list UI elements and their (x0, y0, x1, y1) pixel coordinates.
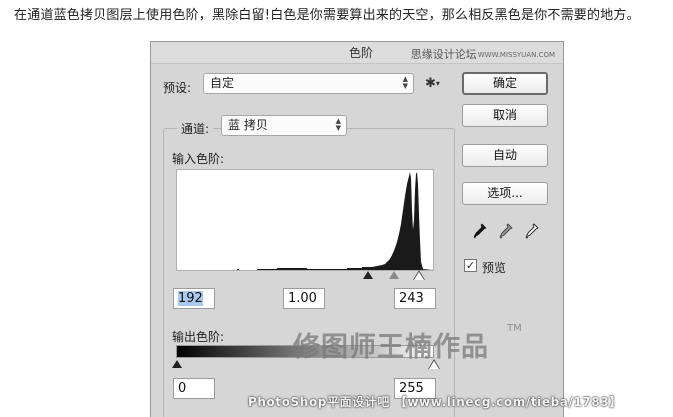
input-white-field[interactable]: 243 (394, 288, 436, 309)
dialog-title-text: 色阶 (348, 46, 373, 60)
input-gamma-slider[interactable] (389, 271, 399, 279)
input-white-slider[interactable] (414, 272, 424, 280)
ok-button-label: 确定 (492, 76, 517, 90)
output-black-field[interactable]: 0 (173, 378, 215, 399)
auto-button[interactable]: 自动 (462, 144, 548, 167)
input-gamma-field[interactable]: 1.00 (283, 288, 325, 309)
watermark-top-text: 思缘设计论坛 (410, 48, 477, 61)
output-black-value: 0 (178, 381, 187, 396)
ok-button[interactable]: 确定 (462, 72, 548, 95)
channel-value: 蓝 拷贝 (228, 118, 268, 132)
options-button[interactable]: 选项... (462, 182, 548, 205)
output-black-slider[interactable] (172, 360, 182, 368)
output-levels-label: 输出色阶: (172, 330, 225, 344)
watermark-top: 思缘设计论坛WWW.MISSYUAN.COM (411, 46, 555, 62)
select-arrows-icon: ▲ ▼ (402, 75, 408, 90)
cancel-button-label: 取消 (492, 108, 517, 122)
caption-text: 在通道蓝色拷贝图层上使用色阶，黑除白留!白色是你需要算出来的天空，那么相反黑色是… (14, 8, 640, 23)
gray-eyedropper-icon[interactable] (499, 223, 513, 239)
select-arrows-icon: ▲ ▼ (335, 117, 341, 132)
input-black-field[interactable]: 192 (173, 288, 215, 309)
watermark-tm: TM (507, 323, 522, 334)
watermark-bottom: PhotoShop平面设计吧 【www.linecg.com/tieba/178… (248, 395, 622, 409)
black-eyedropper-icon[interactable] (473, 223, 487, 239)
histogram-shape (177, 172, 433, 270)
preview-checkbox[interactable]: ✓ (464, 259, 477, 272)
channel-label: 通道: (177, 120, 214, 137)
gear-icon[interactable]: ✱▾ (425, 76, 440, 91)
channel-select[interactable]: 蓝 拷贝 ▲ ▼ (221, 115, 347, 136)
white-eyedropper-icon[interactable] (525, 223, 539, 239)
options-button-label: 选项... (487, 186, 523, 200)
histogram (176, 169, 434, 271)
watermark-center: 修图师王楠作品 (293, 332, 489, 363)
preset-select[interactable]: 自定 ▲ ▼ (203, 73, 414, 94)
preset-value: 自定 (210, 76, 235, 90)
input-black-value: 192 (178, 291, 203, 306)
input-white-value: 243 (399, 291, 424, 306)
input-levels-label: 输入色阶: (172, 152, 225, 166)
auto-button-label: 自动 (492, 148, 517, 162)
preview-label: 预览 (482, 261, 507, 275)
preset-label: 预设: (163, 81, 192, 95)
cancel-button[interactable]: 取消 (462, 104, 548, 127)
watermark-top-small: WWW.MISSYUAN.COM (477, 51, 555, 59)
input-gamma-value: 1.00 (288, 291, 317, 306)
histogram-graph (177, 172, 433, 270)
checkmark-icon: ✓ (465, 259, 476, 272)
input-black-slider[interactable] (363, 271, 373, 279)
